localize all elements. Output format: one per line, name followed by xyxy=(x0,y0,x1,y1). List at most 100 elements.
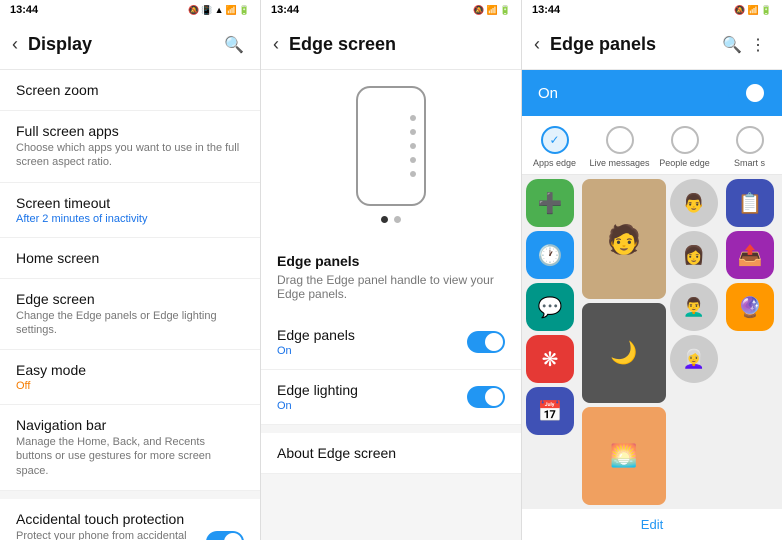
edge-panels-toggle[interactable] xyxy=(467,331,505,353)
search-icon-1[interactable]: 🔍 xyxy=(220,31,248,59)
carousel-dot-1[interactable] xyxy=(381,216,388,223)
tab-live-messages-label: Live messages xyxy=(589,158,649,168)
avatar-3[interactable]: 👨‍🦱 xyxy=(670,283,718,331)
app-icon-plus[interactable]: ➕ xyxy=(526,179,574,227)
back-button-3[interactable]: ‹ xyxy=(534,34,540,55)
signal-icon-3: 📶 xyxy=(748,5,759,16)
header-edge-screen: ‹ Edge screen xyxy=(261,20,521,70)
tab-circle-live xyxy=(606,126,634,154)
clock-icon: 🕐 xyxy=(538,243,563,268)
edge-panels-section-desc: Drag the Edge panel handle to view your … xyxy=(261,273,521,315)
app-icon-clock[interactable]: 🕐 xyxy=(526,231,574,279)
edge-panels-toggle-item[interactable]: Edge panels On xyxy=(261,315,521,370)
phone-preview xyxy=(356,86,426,206)
app-icon-orb[interactable]: 🔮 xyxy=(726,283,774,331)
app-icon-calendar[interactable]: 📅 xyxy=(526,387,574,435)
on-banner: On xyxy=(522,70,782,116)
avatar-4[interactable]: 👩‍🦳 xyxy=(670,335,718,383)
app-icon-chat[interactable]: 💬 xyxy=(526,283,574,331)
edge-screen-sub: Change the Edge panels or Edge lighting … xyxy=(16,309,244,338)
easy-mode-item[interactable]: Easy mode Off xyxy=(0,350,260,405)
home-screen-item[interactable]: Home screen xyxy=(0,238,260,279)
search-icon-3[interactable]: 🔍 xyxy=(718,31,746,59)
photo-2[interactable]: 🌙 xyxy=(582,303,666,403)
battery-icon: 🔋 xyxy=(239,5,250,16)
silent-icon: 🔕 xyxy=(188,5,199,16)
app-icon-asterisk[interactable]: ❋ xyxy=(526,335,574,383)
edge-lighting-item[interactable]: Edge lighting On xyxy=(261,370,521,425)
about-edge-screen-item[interactable]: About Edge screen xyxy=(261,433,521,474)
avatar-1[interactable]: 👨 xyxy=(670,179,718,227)
tab-apps-edge[interactable]: ✓ Apps edge xyxy=(522,126,587,168)
accidental-touch-sub: Protect your phone from accidental touch… xyxy=(16,529,198,540)
navigation-bar-sub: Manage the Home, Back, and Recents butto… xyxy=(16,435,244,478)
full-screen-apps-item[interactable]: Full screen apps Choose which apps you w… xyxy=(0,111,260,183)
back-button-2[interactable]: ‹ xyxy=(273,34,279,55)
apps-edge-check-icon: ✓ xyxy=(549,133,559,147)
screen-timeout-value: After 2 minutes of inactivity xyxy=(16,213,147,225)
edit-link[interactable]: Edit xyxy=(522,509,782,540)
edge-lighting-value: On xyxy=(277,400,358,412)
tab-people-edge[interactable]: People edge xyxy=(652,126,717,168)
on-label: On xyxy=(538,85,558,102)
tab-circle-apps: ✓ xyxy=(541,126,569,154)
app-icon-doc[interactable]: 📋 xyxy=(726,179,774,227)
night-photo-icon: 🌙 xyxy=(610,340,637,366)
header-display: ‹ Display 🔍 xyxy=(0,20,260,70)
avatars-column: 👨 👩 👨‍🦱 👩‍🦳 xyxy=(670,179,722,505)
tab-apps-edge-label: Apps edge xyxy=(533,158,576,168)
carousel-dots xyxy=(381,216,401,223)
edge-panels-toggle-value: On xyxy=(277,345,355,357)
edge-screen-item[interactable]: Edge screen Change the Edge panels or Ed… xyxy=(0,279,260,351)
screen-zoom-title: Screen zoom xyxy=(16,82,98,98)
signal-icon-2: 📶 xyxy=(487,5,498,16)
orb-icon: 🔮 xyxy=(738,295,763,320)
screen-timeout-title: Screen timeout xyxy=(16,195,147,211)
more-icon-3[interactable]: ⋮ xyxy=(746,31,770,59)
back-button-1[interactable]: ‹ xyxy=(12,34,18,55)
app-icon-share[interactable]: 📤 xyxy=(726,231,774,279)
tab-live-messages[interactable]: Live messages xyxy=(587,126,652,168)
status-icons-2: 🔕 📶 🔋 xyxy=(473,5,511,16)
doc-icon: 📋 xyxy=(738,191,763,216)
screen-timeout-item[interactable]: Screen timeout After 2 minutes of inacti… xyxy=(0,183,260,238)
accidental-touch-item[interactable]: Accidental touch protection Protect your… xyxy=(0,499,260,540)
photos-column: 🧑 🌙 🌅 xyxy=(582,179,666,505)
edge-lighting-toggle[interactable] xyxy=(467,386,505,408)
avatar-2[interactable]: 👩 xyxy=(670,231,718,279)
dot5 xyxy=(410,171,416,177)
divider-1 xyxy=(0,491,260,499)
silent-icon-3: 🔕 xyxy=(734,5,745,16)
navigation-bar-item[interactable]: Navigation bar Manage the Home, Back, an… xyxy=(0,405,260,491)
display-settings-list: Screen zoom Full screen apps Choose whic… xyxy=(0,70,260,540)
signal-icon: 📶 xyxy=(226,5,237,16)
edge-panels-master-toggle[interactable] xyxy=(728,82,766,104)
easy-mode-title: Easy mode xyxy=(16,362,86,378)
tab-circle-smart xyxy=(736,126,764,154)
sunset-icon: 🌅 xyxy=(610,443,637,469)
status-bar-1: 13:44 🔕 📳 ▲ 📶 🔋 xyxy=(0,0,260,20)
avatar-person-1-icon: 👨 xyxy=(683,193,705,214)
tab-circle-people xyxy=(671,126,699,154)
photo-1[interactable]: 🧑 xyxy=(582,179,666,299)
about-edge-screen-title: About Edge screen xyxy=(277,445,396,461)
edge-lighting-title: Edge lighting xyxy=(277,382,358,398)
photo-3[interactable]: 🌅 xyxy=(582,407,666,505)
carousel-dot-2[interactable] xyxy=(394,216,401,223)
edge-panels-toggle-title: Edge panels xyxy=(277,327,355,343)
apps-icons-column: ➕ 🕐 💬 ❋ 📅 xyxy=(526,179,578,505)
avatar-person-3-icon: 👨‍🦱 xyxy=(683,297,705,318)
edge-panels-header-title: Edge panels xyxy=(550,34,718,55)
accidental-touch-title: Accidental touch protection xyxy=(16,511,198,527)
screen-zoom-item[interactable]: Screen zoom xyxy=(0,70,260,111)
accidental-touch-toggle[interactable] xyxy=(206,531,244,540)
edge-screen-panel: 13:44 🔕 📶 🔋 ‹ Edge screen Edge panels Dr xyxy=(261,0,522,540)
status-icons-3: 🔕 📶 🔋 xyxy=(734,5,772,16)
dot2 xyxy=(410,129,416,135)
edge-panels-section-title: Edge panels xyxy=(261,239,521,273)
status-bar-2: 13:44 🔕 📶 🔋 xyxy=(261,0,521,20)
tab-people-edge-label: People edge xyxy=(659,158,710,168)
tab-smart-s[interactable]: Smart s xyxy=(717,126,782,168)
time-1: 13:44 xyxy=(10,4,38,16)
calendar-icon: 📅 xyxy=(538,399,563,424)
